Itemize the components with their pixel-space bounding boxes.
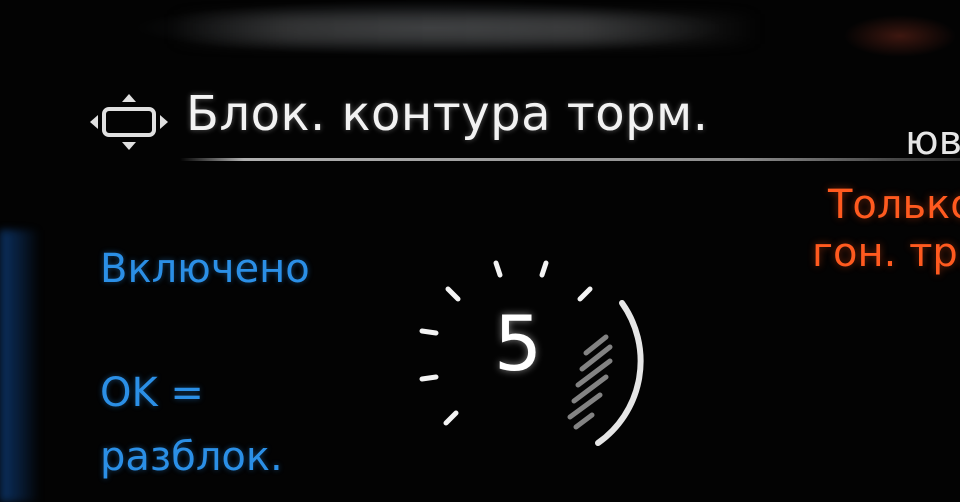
left-edge-backlight xyxy=(0,230,40,502)
dial-hatched-segment xyxy=(567,334,613,430)
warning-text-line-2: гон. тр. xyxy=(812,230,960,276)
side-panel-label: юв xyxy=(905,118,960,164)
upper-display-reflection xyxy=(170,14,760,44)
page-title: Блок. контура торм. xyxy=(186,86,709,142)
warning-text-line-1: Только xyxy=(828,182,960,228)
status-text: Включено xyxy=(100,246,310,292)
title-divider xyxy=(180,158,960,161)
countdown-number: 5 xyxy=(493,299,543,388)
ok-hint-line-2: разблок. xyxy=(100,434,283,480)
dpad-navigation-icon xyxy=(90,94,168,150)
dial-progress-arc xyxy=(595,300,644,446)
ok-hint-line-1: OK = xyxy=(100,370,204,416)
